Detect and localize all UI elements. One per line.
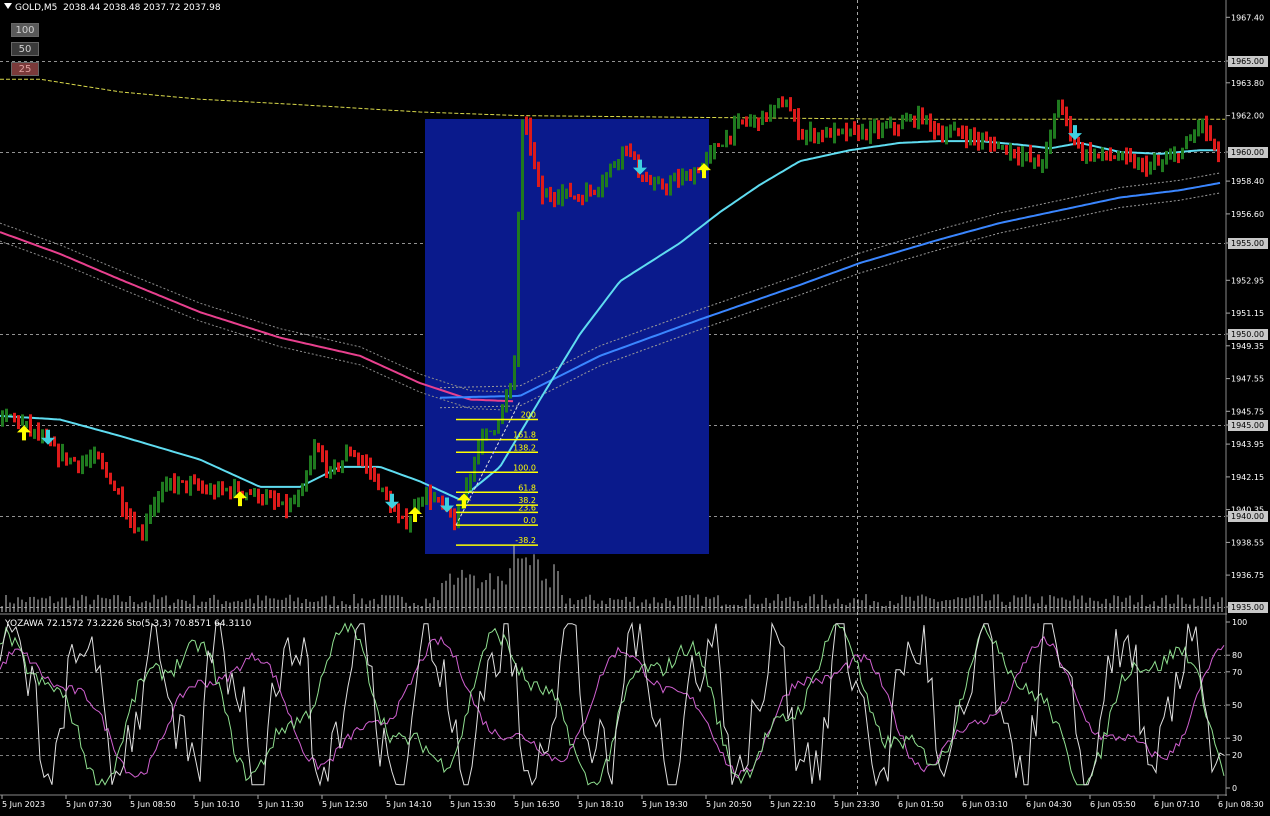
indicator-axis-label: 0 (1232, 784, 1237, 793)
time-axis-label: 5 Jun 07:30 (66, 800, 112, 809)
time-axis-label: 5 Jun 10:10 (194, 800, 240, 809)
time-axis-label: 6 Jun 08:30 (1218, 800, 1264, 809)
time-axis-label: 5 Jun 08:50 (130, 800, 176, 809)
price-axis-label: 1951.15 (1231, 309, 1264, 318)
price-axis-label: 1949.35 (1231, 342, 1264, 351)
symbol-timeframe: GOLD,M5 (15, 3, 58, 13)
fib-level-label: 200 (521, 411, 536, 420)
time-axis-label: 5 Jun 12:50 (322, 800, 368, 809)
price-axis-label: 1945.00 (1231, 421, 1264, 430)
fib-level-label: 0.0 (523, 516, 536, 525)
time-axis-label: 5 Jun 11:30 (258, 800, 304, 809)
time-axis-label: 6 Jun 07:10 (1154, 800, 1200, 809)
price-axis-label: 1960.00 (1231, 148, 1264, 157)
level-button-50[interactable]: 50 (11, 42, 39, 56)
price-axis-label: 1967.40 (1231, 13, 1264, 22)
chart-header: GOLD,M5 2038.44 2038.48 2037.72 2037.98 (4, 3, 221, 13)
menu-triangle-icon[interactable] (4, 3, 12, 9)
ohlc-values: 2038.44 2038.48 2037.72 2037.98 (63, 3, 221, 13)
time-axis-label: 5 Jun 14:10 (386, 800, 432, 809)
time-axis-label: 5 Jun 19:30 (642, 800, 688, 809)
indicator-axis-label: 80 (1232, 651, 1242, 660)
price-axis-label: 1965.00 (1231, 57, 1264, 66)
price-axis-label: 1945.75 (1231, 407, 1264, 416)
price-axis-label: 1936.75 (1231, 571, 1264, 580)
time-axis-label: 5 Jun 15:30 (450, 800, 496, 809)
level-button-25[interactable]: 25 (11, 62, 39, 76)
fib-level-label: -38.2 (515, 536, 536, 545)
indicator-axis-label: 70 (1232, 668, 1242, 677)
price-axis-label: 1952.95 (1231, 276, 1264, 285)
price-axis-label: 1962.00 (1231, 112, 1264, 121)
price-axis-label: 1935.00 (1231, 603, 1264, 612)
fib-level-label: 161.8 (513, 431, 536, 440)
time-axis-label: 5 Jun 2023 (2, 800, 45, 809)
indicator-axis-label: 30 (1232, 734, 1242, 743)
price-axis-label: 1943.95 (1231, 440, 1264, 449)
price-axis-label: 1958.40 (1231, 177, 1264, 186)
time-axis-label: 6 Jun 01:50 (898, 800, 944, 809)
time-axis-label: 6 Jun 05:50 (1090, 800, 1136, 809)
fib-level-label: 138.2 (513, 443, 536, 452)
price-axis-label: 1963.80 (1231, 79, 1264, 88)
indicator-header: YOZAWA 72.1572 73.2226 Sto(5,3,3) 70.857… (5, 619, 252, 629)
price-axis-label: 1955.00 (1231, 239, 1264, 248)
price-axis-label: 1956.60 (1231, 210, 1264, 219)
price-chart[interactable]: 200161.8138.2100.061.838.223.60.0-38.2 1… (0, 0, 1270, 816)
indicator-axis-label: 20 (1232, 751, 1242, 760)
fib-level-label: 100.0 (513, 463, 536, 472)
price-axis-label: 1947.55 (1231, 375, 1264, 384)
indicator-axis-label: 100 (1232, 618, 1247, 627)
time-axis-label: 5 Jun 23:30 (834, 800, 880, 809)
level-button-100[interactable]: 100 (11, 23, 39, 37)
time-axis-label: 5 Jun 22:10 (770, 800, 816, 809)
fib-level-label: 61.8 (518, 483, 536, 492)
indicator-axis-label: 50 (1232, 701, 1242, 710)
time-axis-label: 6 Jun 03:10 (962, 800, 1008, 809)
trading-chart-window[interactable]: 200 161.8 138.2 100.0 61.8 38.2 23.6 0.0 -38.2 1… (0, 0, 1270, 816)
time-axis-label: 5 Jun 20:50 (706, 800, 752, 809)
price-axis-label: 1940.00 (1231, 512, 1264, 521)
price-axis-label: 1942.15 (1231, 473, 1264, 482)
price-axis-label: 1950.00 (1231, 330, 1264, 339)
fib-level-label: 23.6 (518, 503, 536, 512)
price-axis-label: 1938.55 (1231, 538, 1264, 547)
time-axis-label: 6 Jun 04:30 (1026, 800, 1072, 809)
time-axis-label: 5 Jun 16:50 (514, 800, 560, 809)
time-axis-label: 5 Jun 18:10 (578, 800, 624, 809)
